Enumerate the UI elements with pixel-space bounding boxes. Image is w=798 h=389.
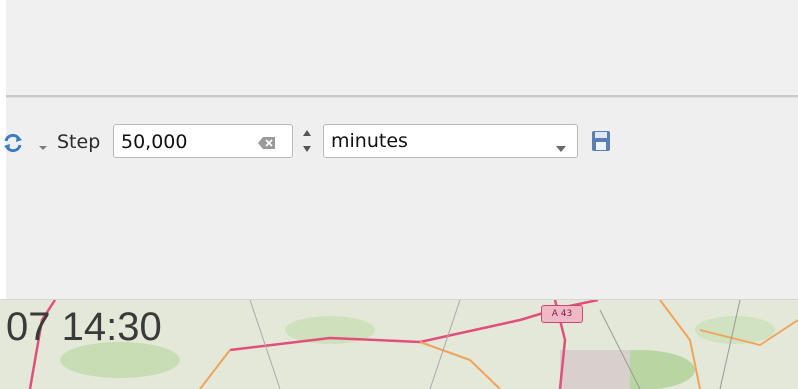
save-icon[interactable]	[591, 130, 611, 152]
step-spinbox[interactable]	[296, 124, 318, 158]
unit-value: minutes	[331, 130, 408, 152]
refresh-icon[interactable]	[2, 132, 24, 154]
road-label: A 43	[541, 305, 583, 323]
spin-down-icon[interactable]	[296, 141, 318, 158]
step-label: Step	[57, 131, 101, 153]
temporal-step-toolbar: Step 50,000 minutes	[0, 118, 798, 158]
time-label: 07 14:30	[6, 305, 162, 349]
chevron-down-icon[interactable]	[38, 138, 48, 150]
map-canvas[interactable]: 07 14:30 A 43	[0, 300, 798, 389]
divider-highlight	[6, 97, 798, 98]
spin-up-icon[interactable]	[296, 124, 318, 141]
chevron-down-icon[interactable]	[555, 138, 567, 152]
clear-text-icon[interactable]	[258, 135, 276, 149]
panel-background	[0, 0, 798, 96]
step-input[interactable]: 50,000	[113, 124, 293, 158]
unit-select[interactable]: minutes	[323, 124, 578, 158]
step-value[interactable]: 50,000	[121, 131, 187, 153]
